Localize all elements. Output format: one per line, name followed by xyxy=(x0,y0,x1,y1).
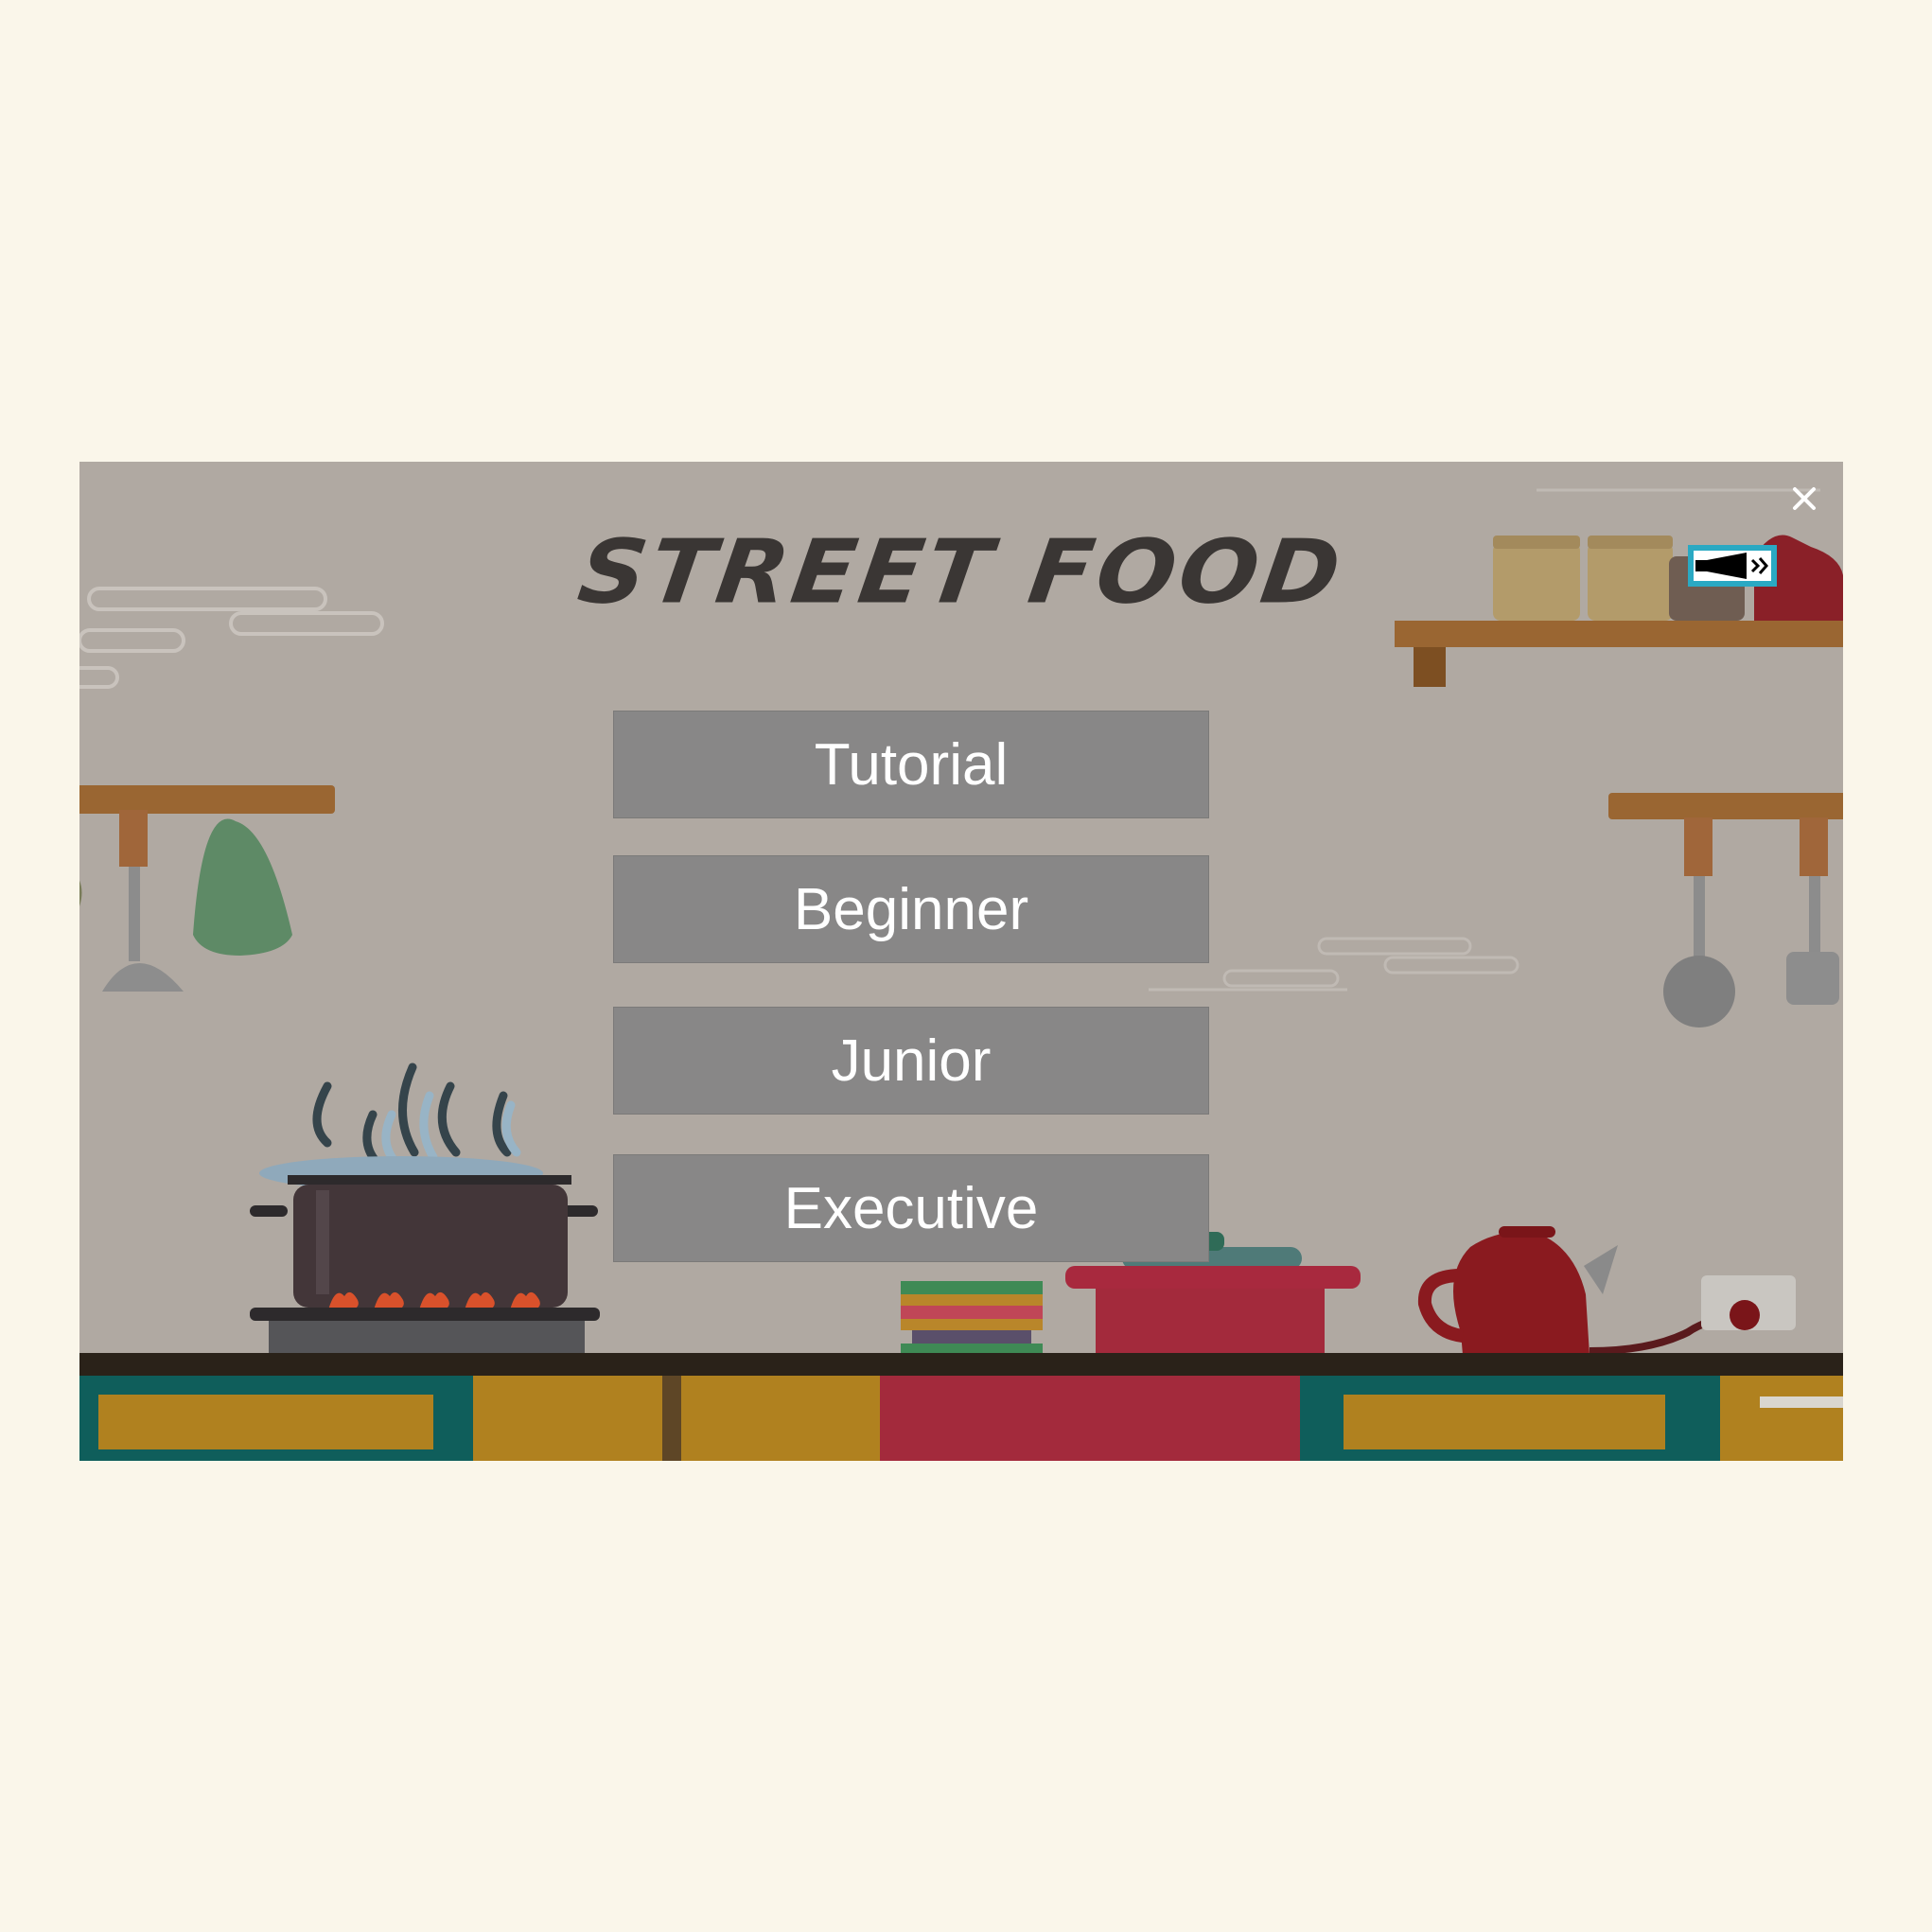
cabinets xyxy=(79,1376,1843,1461)
utensil-rack-left xyxy=(79,785,335,992)
close-button[interactable] xyxy=(1783,477,1826,520)
close-icon xyxy=(1793,487,1816,510)
executive-button[interactable]: Executive xyxy=(613,1154,1209,1262)
cooking-pot xyxy=(250,1156,600,1355)
game-frame: STREET FOOD Tutorial Beginner Junior Exe… xyxy=(79,462,1843,1461)
stacked-plates xyxy=(901,1281,1043,1355)
counter-top xyxy=(79,1353,1843,1376)
kettle xyxy=(1417,1226,1747,1355)
steam xyxy=(312,1063,521,1167)
beginner-button[interactable]: Beginner xyxy=(613,855,1209,963)
tutorial-button[interactable]: Tutorial xyxy=(613,711,1209,818)
junior-button[interactable]: Junior xyxy=(613,1007,1209,1115)
game-title: STREET FOOD xyxy=(572,520,1350,624)
wall-socket xyxy=(1701,1275,1796,1330)
sound-icon xyxy=(1695,553,1768,579)
utensil-rack-right xyxy=(1608,793,1843,1027)
sound-toggle-button[interactable] xyxy=(1688,545,1777,587)
